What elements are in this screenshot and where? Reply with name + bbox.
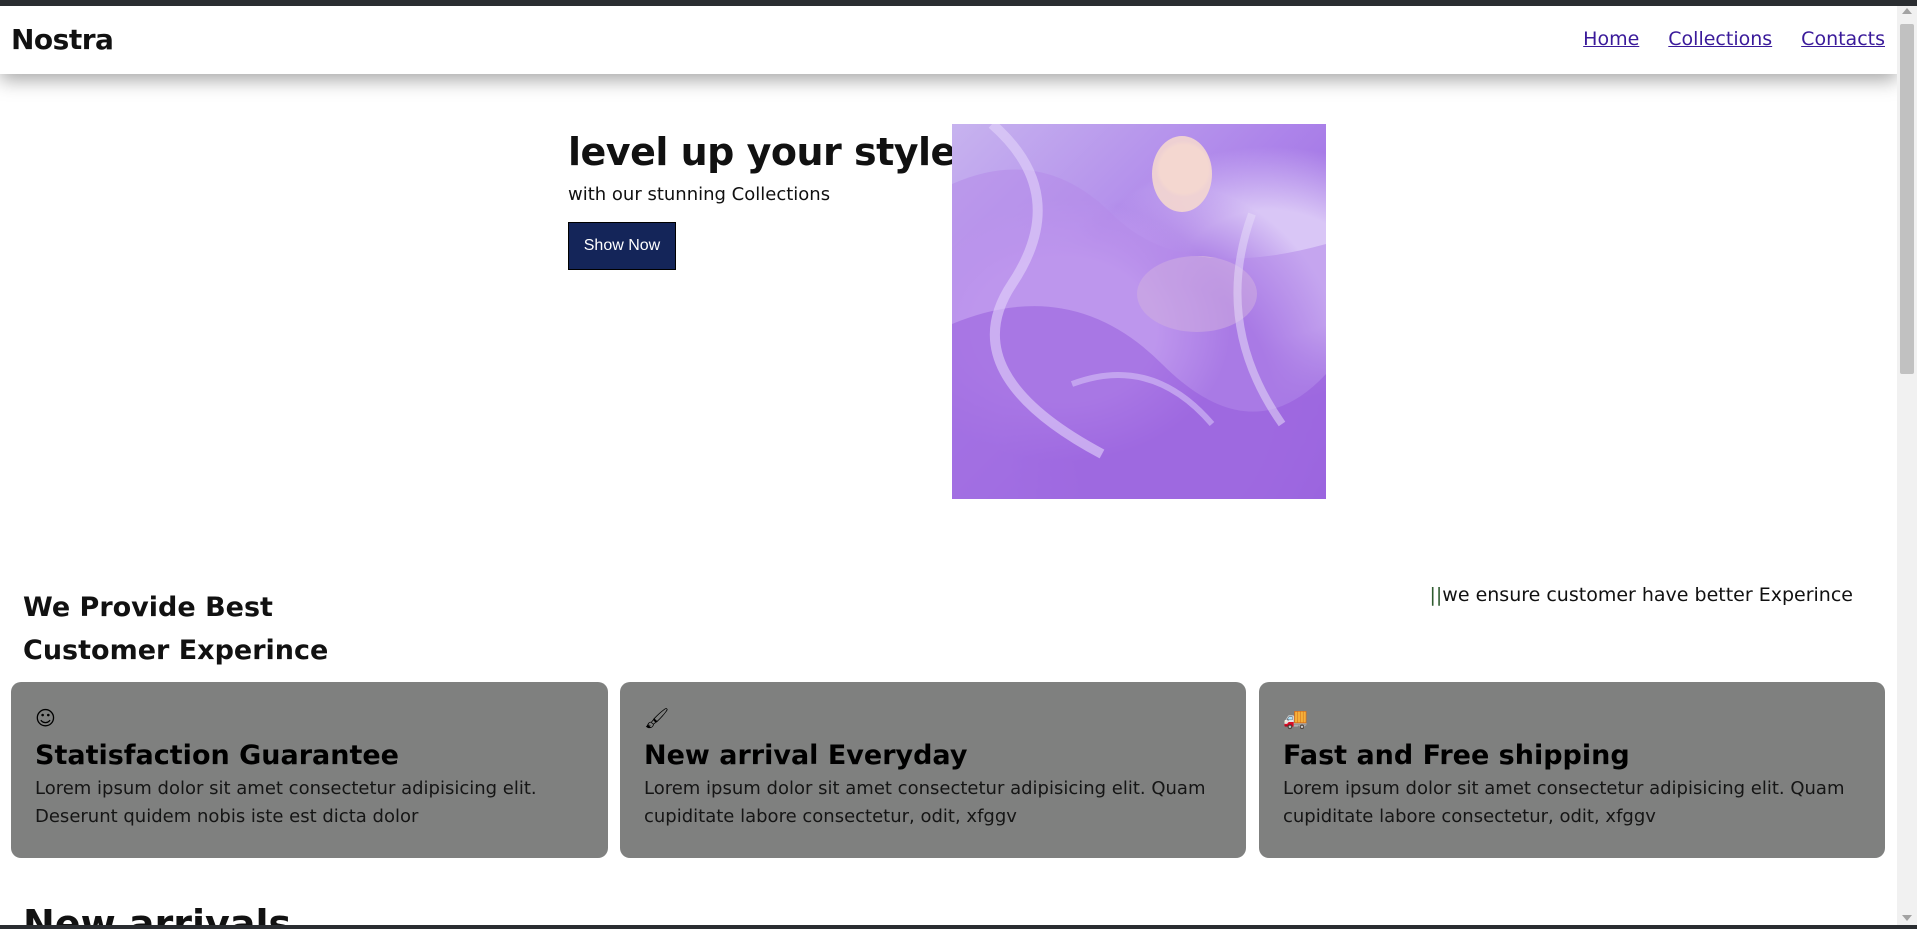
feature-cards: ☺ Statisfaction Guarantee Lorem ipsum do…	[11, 682, 1885, 860]
feature-card-text: Lorem ipsum dolor sit amet consectetur a…	[1283, 778, 1845, 827]
feature-card-title: Statisfaction Guarantee	[35, 740, 399, 771]
features-heading-line2: Customer Experince	[23, 635, 329, 666]
hero-fashion-image	[952, 124, 1326, 499]
new-arrivals-heading: New arrivals	[23, 902, 292, 925]
site-header: Nostra Home Collections Contacts	[0, 6, 1897, 74]
feature-card-new-arrival: 🖌 New arrival Everyday Lorem ipsum dolor…	[620, 682, 1246, 858]
nav-link-collections[interactable]: Collections	[1668, 28, 1772, 50]
scroll-down-arrow-icon[interactable]	[1902, 915, 1912, 921]
feature-card-satisfaction: ☺ Statisfaction Guarantee Lorem ipsum do…	[11, 682, 608, 858]
show-now-button[interactable]: Show Now	[568, 222, 676, 270]
nav-link-home[interactable]: Home	[1583, 28, 1639, 50]
feature-card-shipping: 🚚 Fast and Free shipping Lorem ipsum dol…	[1259, 682, 1885, 858]
nav-link-contacts[interactable]: Contacts	[1801, 28, 1885, 50]
page-viewport: Nostra Home Collections Contacts level u…	[0, 6, 1897, 925]
feature-card-text: Lorem ipsum dolor sit amet consectetur a…	[644, 778, 1206, 827]
paintbrush-icon: 🖌	[644, 706, 670, 730]
features-tagline: ||we ensure customer have better Experin…	[1429, 584, 1853, 606]
hero-subtitle: with our stunning Collections	[568, 184, 831, 205]
site-logo[interactable]: Nostra	[11, 23, 114, 56]
features-heading-line1: We Provide Best	[23, 592, 273, 623]
feature-card-title: New arrival Everyday	[644, 740, 968, 771]
main-nav: Home Collections Contacts	[1583, 28, 1885, 50]
hero-title: level up your style	[568, 130, 956, 174]
feature-card-title: Fast and Free shipping	[1283, 740, 1630, 771]
smiley-icon: ☺	[35, 706, 56, 730]
feature-card-text: Lorem ipsum dolor sit amet consectetur a…	[35, 778, 537, 827]
truck-icon: 🚚	[1283, 706, 1308, 730]
vertical-scrollbar[interactable]	[1897, 6, 1917, 925]
features-heading: We Provide Best Customer Experince	[23, 586, 328, 672]
tagline-bars: ||	[1429, 584, 1443, 606]
scroll-thumb[interactable]	[1900, 24, 1914, 374]
tagline-text: we ensure customer have better Experince	[1442, 584, 1853, 606]
scroll-up-arrow-icon[interactable]	[1902, 8, 1912, 14]
